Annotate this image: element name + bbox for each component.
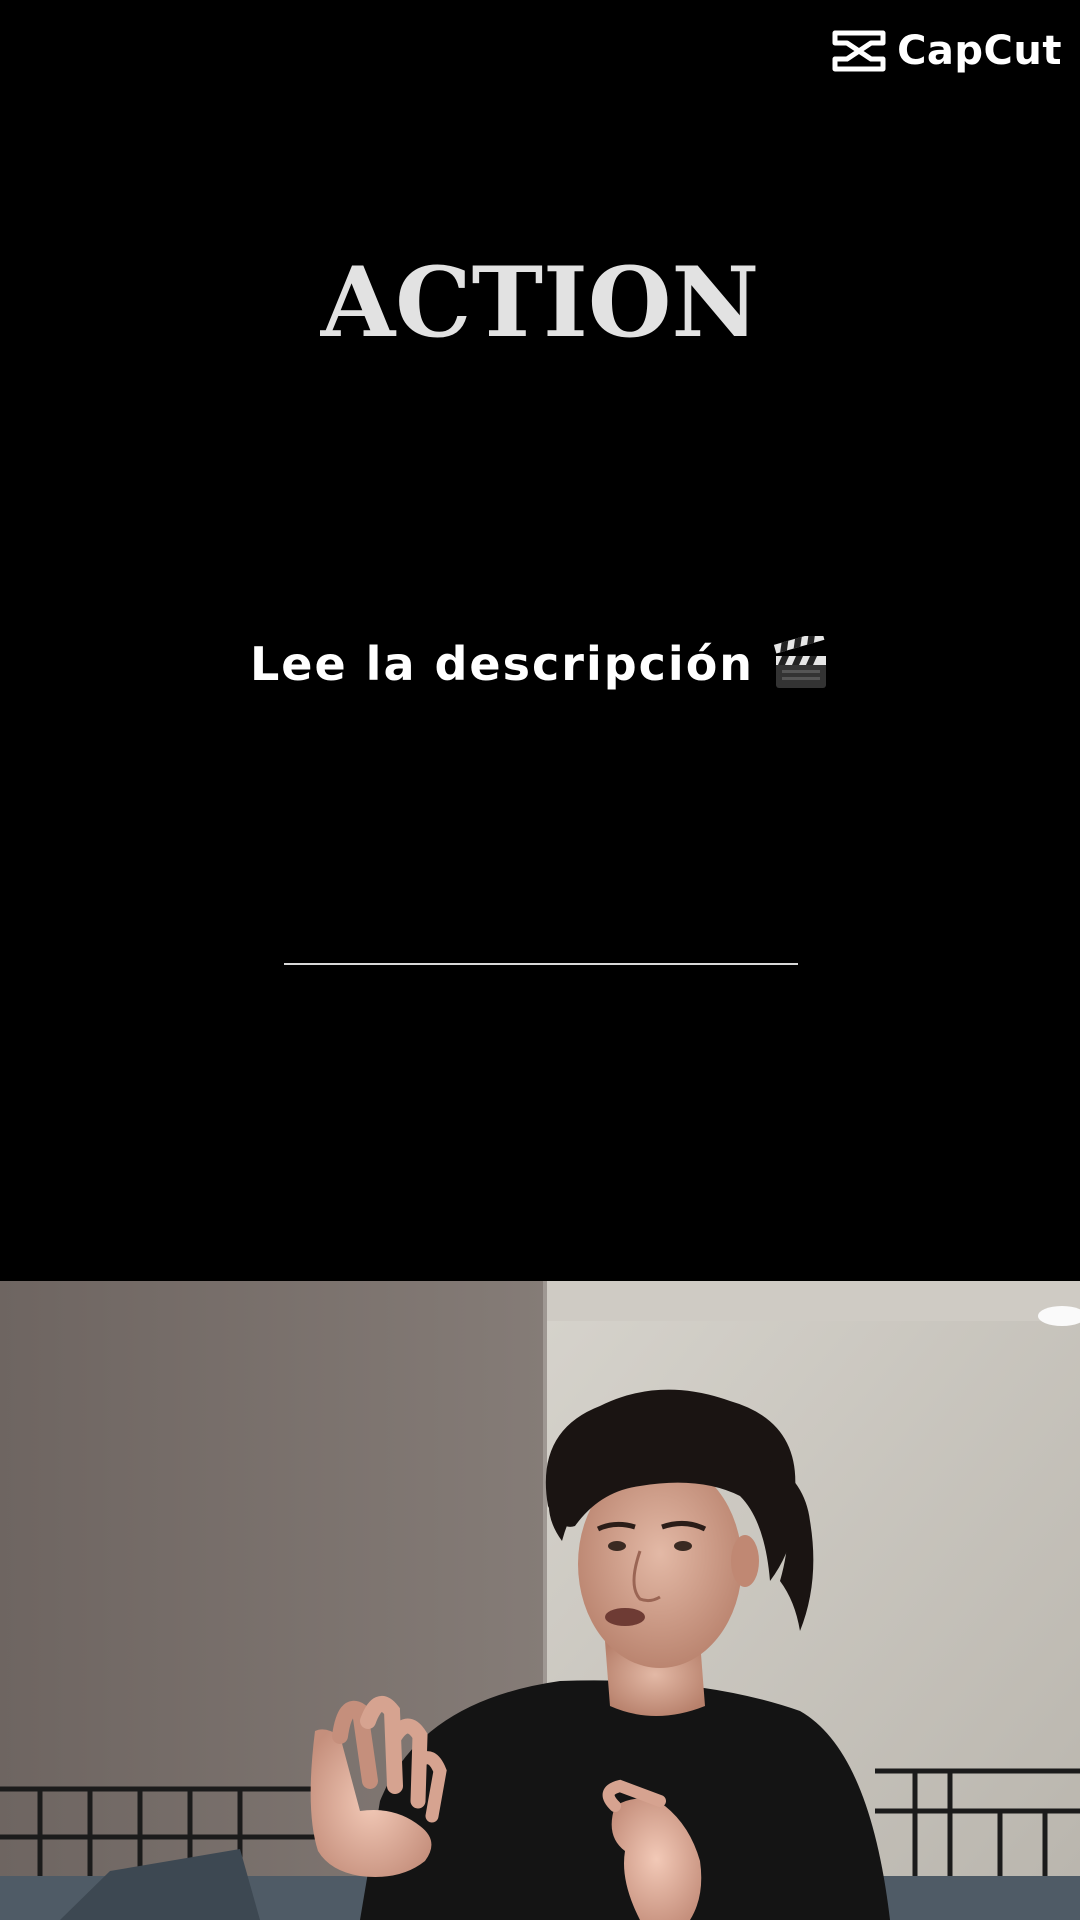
divider-line [284, 963, 798, 965]
video-frame [0, 1281, 1080, 1920]
capcut-brand-text: CapCut [897, 28, 1062, 74]
caption-text: Lee la descripción [249, 637, 755, 691]
clapperboard-icon [772, 636, 830, 692]
caption: Lee la descripción [0, 636, 1080, 692]
capcut-watermark: CapCut [831, 28, 1062, 74]
video-canvas: CapCut ACTION Lee la descripción [0, 0, 1080, 1920]
video-title: ACTION [320, 246, 760, 359]
capcut-logo-icon [831, 29, 887, 73]
